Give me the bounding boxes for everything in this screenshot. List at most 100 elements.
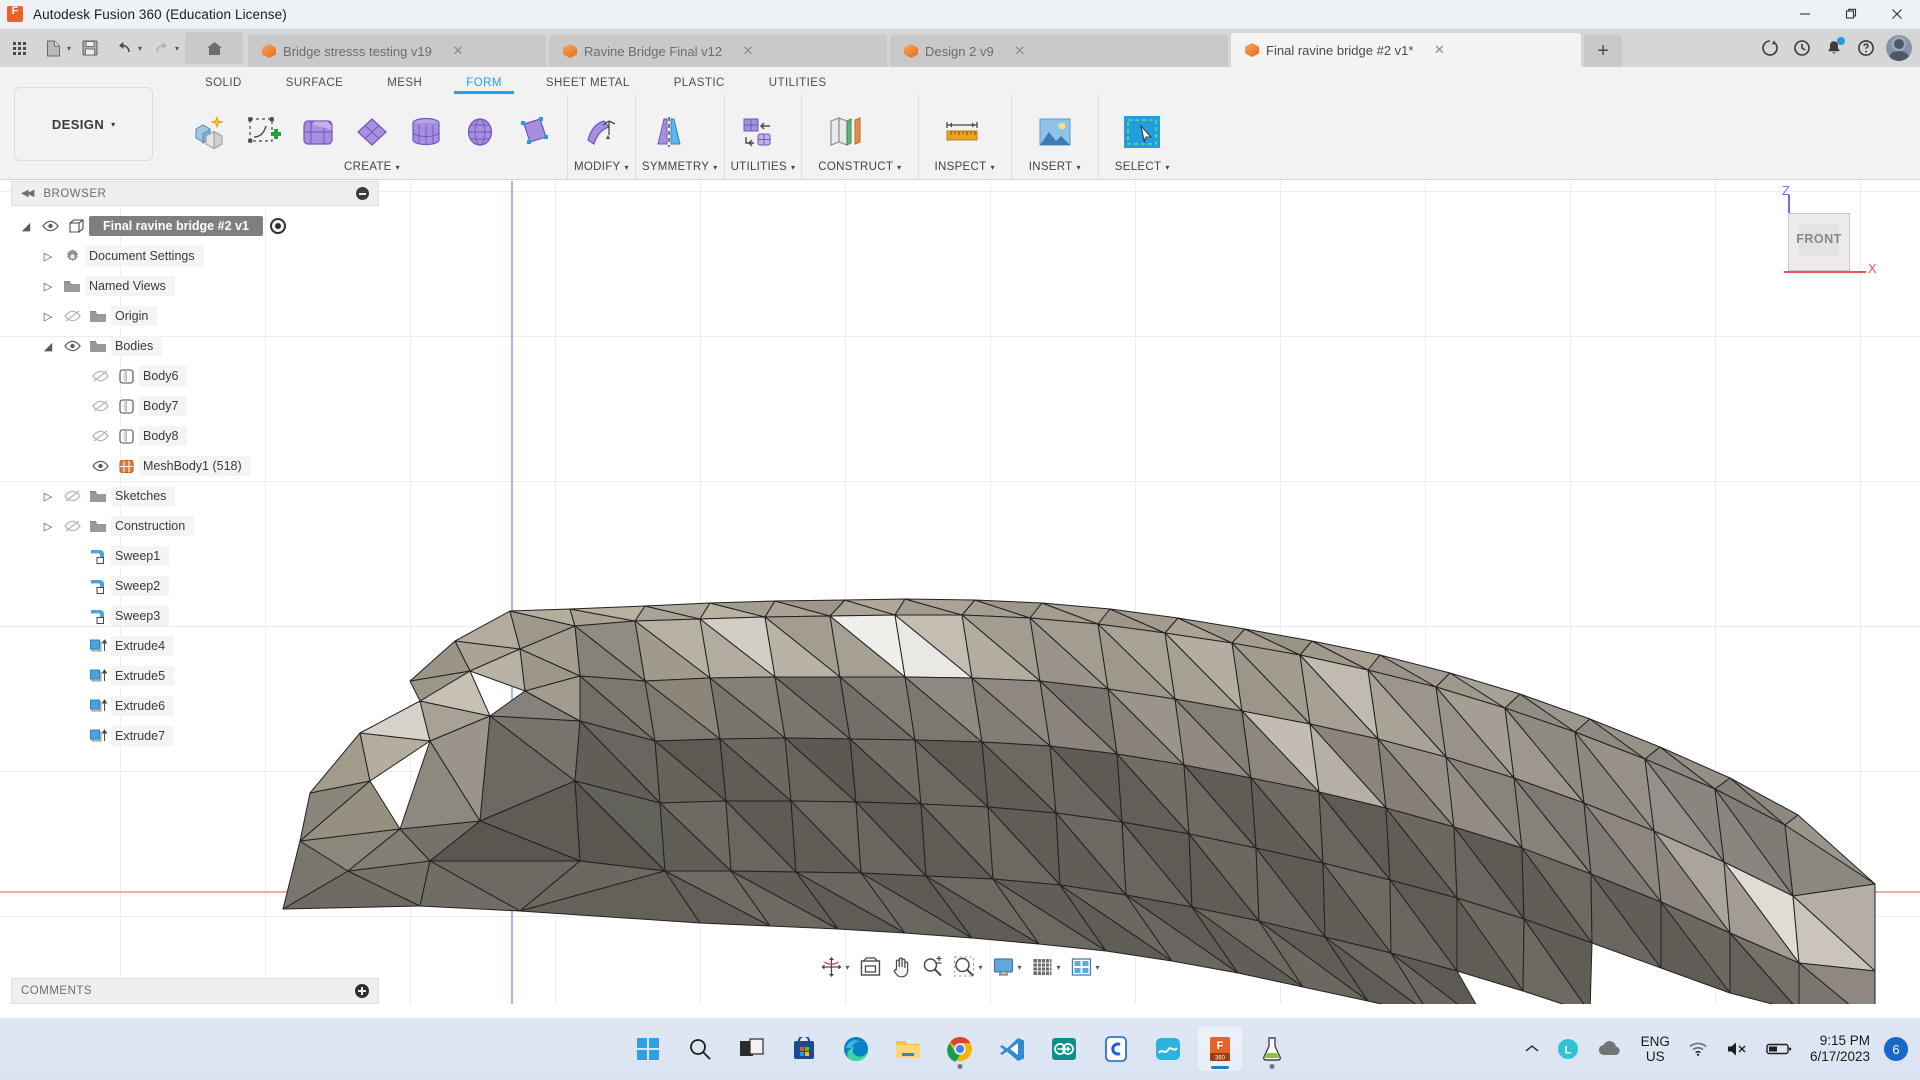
- look-at-icon[interactable]: [855, 952, 885, 982]
- twisty-closed-icon[interactable]: ▷: [37, 250, 59, 263]
- ribbon-tab-plastic[interactable]: PLASTIC: [662, 77, 737, 94]
- twisty-closed-icon[interactable]: ▷: [37, 310, 59, 323]
- new-file-caret-icon[interactable]: ▾: [67, 44, 71, 53]
- panel-label-create[interactable]: CREATE▾: [183, 161, 561, 179]
- panel-label-select[interactable]: SELECT▾: [1115, 161, 1170, 179]
- help-question-icon[interactable]: [1850, 32, 1882, 64]
- ribbon-tab-mesh[interactable]: MESH: [375, 77, 434, 94]
- ribbon-tab-surface[interactable]: SURFACE: [274, 77, 355, 94]
- visibility-eye-hidden-icon[interactable]: [59, 490, 85, 502]
- notifications-bell-icon[interactable]: [1818, 32, 1850, 64]
- battery-icon[interactable]: [1758, 1027, 1800, 1071]
- new-tab-button[interactable]: +: [1584, 35, 1622, 67]
- add-comment-icon[interactable]: [355, 984, 369, 998]
- visibility-eye-hidden-icon[interactable]: [87, 400, 113, 412]
- create-sketch-icon[interactable]: [237, 106, 291, 158]
- tree-item-body8[interactable]: Body8: [11, 421, 379, 451]
- clock-datetime[interactable]: 9:15 PM 6/17/2023: [1802, 1027, 1878, 1071]
- viewports-icon[interactable]: ▾: [1067, 952, 1104, 982]
- wifi-icon[interactable]: [1680, 1027, 1716, 1071]
- collapse-left-icon[interactable]: ◀◀: [21, 188, 32, 199]
- google-chrome-icon[interactable]: [938, 1027, 982, 1071]
- panel-label-utilities[interactable]: UTILITIES▾: [731, 161, 796, 179]
- chevron-down-icon[interactable]: ▾: [1096, 963, 1100, 972]
- tree-item-meshbody1[interactable]: MeshBody1 (518): [11, 451, 379, 481]
- tree-item-sweep3[interactable]: Sweep3: [11, 601, 379, 631]
- orbit-icon[interactable]: ▾: [816, 952, 853, 982]
- tree-item-extrude5[interactable]: Extrude5: [11, 661, 379, 691]
- zoom-icon[interactable]: [917, 952, 947, 982]
- vs-code-icon[interactable]: [990, 1027, 1034, 1071]
- job-status-clock-icon[interactable]: [1786, 32, 1818, 64]
- chevron-down-icon[interactable]: ▾: [845, 963, 849, 972]
- create-sphere-icon[interactable]: [453, 106, 507, 158]
- create-form-icon[interactable]: [183, 106, 237, 158]
- ribbon-tab-utilities[interactable]: UTILITIES: [757, 77, 839, 94]
- twisty-closed-icon[interactable]: ▷: [37, 490, 59, 503]
- pan-hand-icon[interactable]: [887, 952, 915, 982]
- tree-item-origin[interactable]: ▷ Origin: [11, 301, 379, 331]
- user-avatar[interactable]: [1886, 35, 1912, 61]
- twisty-closed-icon[interactable]: ▷: [37, 520, 59, 533]
- undo-caret-icon[interactable]: ▾: [138, 44, 142, 53]
- chevron-down-icon[interactable]: ▾: [978, 963, 982, 972]
- convert-icon[interactable]: [731, 106, 785, 158]
- offset-plane-icon[interactable]: [818, 106, 872, 158]
- new-file-icon[interactable]: [38, 33, 68, 63]
- document-tab-close-icon[interactable]: ✕: [448, 41, 468, 61]
- tree-item-root[interactable]: ◢ Final ravine bridge #2 v1: [11, 211, 379, 241]
- visibility-eye-icon[interactable]: [37, 220, 63, 232]
- tinkercad-icon[interactable]: [1146, 1027, 1190, 1071]
- panel-label-construct[interactable]: CONSTRUCT▾: [818, 161, 901, 179]
- start-windows-icon[interactable]: [626, 1027, 670, 1071]
- activate-component-radio[interactable]: [270, 218, 286, 234]
- save-icon[interactable]: [75, 33, 105, 63]
- minimize-button[interactable]: [1782, 0, 1828, 29]
- create-cylinder-icon[interactable]: [399, 106, 453, 158]
- twisty-open-icon[interactable]: ◢: [15, 220, 37, 233]
- canvas-app-icon[interactable]: [1094, 1027, 1138, 1071]
- app-grid-icon[interactable]: [4, 33, 34, 63]
- twisty-open-icon[interactable]: ◢: [37, 340, 59, 353]
- microsoft-store-icon[interactable]: [782, 1027, 826, 1071]
- tree-item-document-settings[interactable]: ▷ Document Settings: [11, 241, 379, 271]
- ribbon-tab-sheet-metal[interactable]: SHEET METAL: [534, 77, 642, 94]
- mirror-internal-icon[interactable]: [642, 106, 696, 158]
- document-tab-close-icon[interactable]: ✕: [1429, 40, 1449, 60]
- create-plane-icon[interactable]: [345, 106, 399, 158]
- tree-item-named-views[interactable]: ▷ Named Views: [11, 271, 379, 301]
- notification-count-badge[interactable]: 6: [1884, 1037, 1908, 1061]
- view-cube-front-face[interactable]: FRONT: [1788, 213, 1850, 271]
- fusion-360-icon[interactable]: F 360: [1198, 1027, 1242, 1071]
- panel-label-inspect[interactable]: INSPECT▾: [935, 161, 995, 179]
- chevron-down-icon[interactable]: ▾: [1017, 963, 1021, 972]
- tree-item-body7[interactable]: Body7: [11, 391, 379, 421]
- visibility-eye-hidden-icon[interactable]: [59, 520, 85, 532]
- tree-item-sketches[interactable]: ▷ Sketches: [11, 481, 379, 511]
- search-icon[interactable]: [678, 1027, 722, 1071]
- document-tab-3-active[interactable]: Final ravine bridge #2 v1* ✕: [1231, 33, 1581, 67]
- data-panel-icon[interactable]: [1754, 32, 1786, 64]
- volume-muted-icon[interactable]: [1718, 1027, 1756, 1071]
- visibility-eye-icon[interactable]: [87, 460, 113, 472]
- twisty-closed-icon[interactable]: ▷: [37, 280, 59, 293]
- tree-item-extrude7[interactable]: Extrude7: [11, 721, 379, 751]
- panel-label-modify[interactable]: MODIFY▾: [574, 161, 629, 179]
- onedrive-cloud-icon[interactable]: [1589, 1027, 1631, 1071]
- fit-zoom-icon[interactable]: ▾: [949, 952, 986, 982]
- ribbon-tab-form[interactable]: FORM: [454, 77, 514, 94]
- grid-snaps-icon[interactable]: ▾: [1028, 952, 1065, 982]
- workspace-switcher-design[interactable]: DESIGN ▾: [14, 87, 153, 161]
- chevron-down-icon[interactable]: ▾: [1057, 963, 1061, 972]
- visibility-eye-hidden-icon[interactable]: [87, 430, 113, 442]
- tree-item-extrude4[interactable]: Extrude4: [11, 631, 379, 661]
- document-tab-2[interactable]: Design 2 v9 ✕: [890, 35, 1228, 67]
- panel-label-symmetry[interactable]: SYMMETRY▾: [642, 161, 718, 179]
- flask-app-icon[interactable]: [1250, 1027, 1294, 1071]
- tree-item-construction[interactable]: ▷ Construction: [11, 511, 379, 541]
- close-button[interactable]: [1874, 0, 1920, 29]
- microsoft-edge-icon[interactable]: [834, 1027, 878, 1071]
- tray-overflow-chevron-icon[interactable]: [1517, 1027, 1547, 1071]
- visibility-eye-hidden-icon[interactable]: [59, 310, 85, 322]
- visibility-eye-icon[interactable]: [59, 340, 85, 352]
